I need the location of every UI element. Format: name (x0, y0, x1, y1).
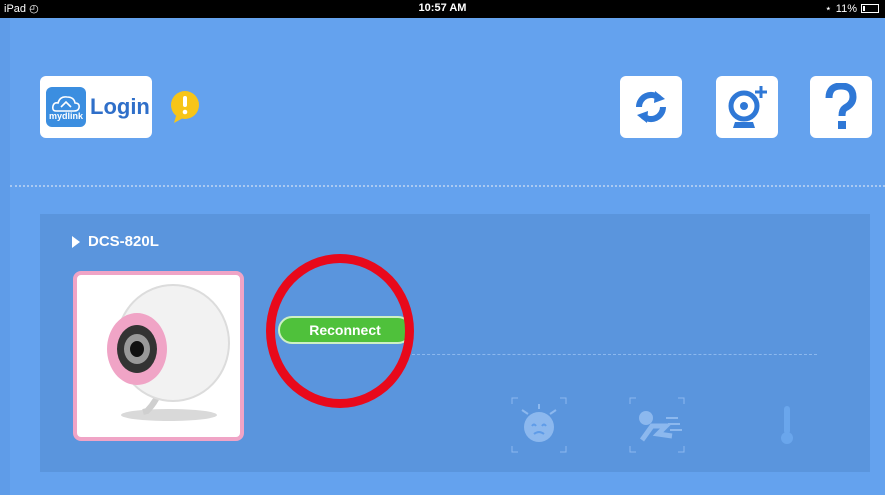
login-label: Login (90, 94, 150, 119)
section-divider (10, 185, 885, 187)
add-camera-button[interactable] (716, 76, 778, 138)
camera-panel: DCS-820L Reconnect (40, 214, 870, 472)
clock: 10:57 AM (418, 2, 467, 14)
highlight-circle (266, 254, 414, 408)
baby-camera-image (107, 284, 230, 421)
bluetooth-icon: ⋆ (824, 3, 832, 15)
baby-cry-sensor-icon[interactable] (510, 396, 568, 454)
refresh-button[interactable] (620, 76, 682, 138)
mydlink-logo: mydlink (46, 87, 86, 127)
help-button[interactable] (810, 76, 872, 138)
expand-arrow-icon (72, 235, 80, 248)
temperature-icon[interactable] (758, 396, 816, 454)
camera-title[interactable]: DCS-820L (72, 233, 159, 250)
app-screen: mydlink Login DCS-820L Reconnect (10, 18, 885, 495)
alert-icon[interactable] (168, 90, 202, 124)
camera-name: DCS-820L (88, 233, 159, 250)
camera-thumbnail[interactable] (73, 271, 244, 441)
cloud-house-icon (52, 96, 80, 112)
mydlink-login-button[interactable]: mydlink Login (40, 76, 152, 138)
refresh-icon (635, 91, 667, 123)
battery-status: ⋆ 11% (825, 2, 879, 15)
battery-percent: 11% (835, 2, 857, 15)
dashed-divider (412, 354, 817, 355)
status-bar: iPad ◴ 10:57 AM ⋆ 11% (0, 0, 885, 18)
add-camera-icon (728, 86, 767, 128)
baby-motion-sensor-icon[interactable] (628, 396, 686, 454)
battery-icon (861, 4, 879, 13)
question-mark-icon (825, 83, 857, 129)
